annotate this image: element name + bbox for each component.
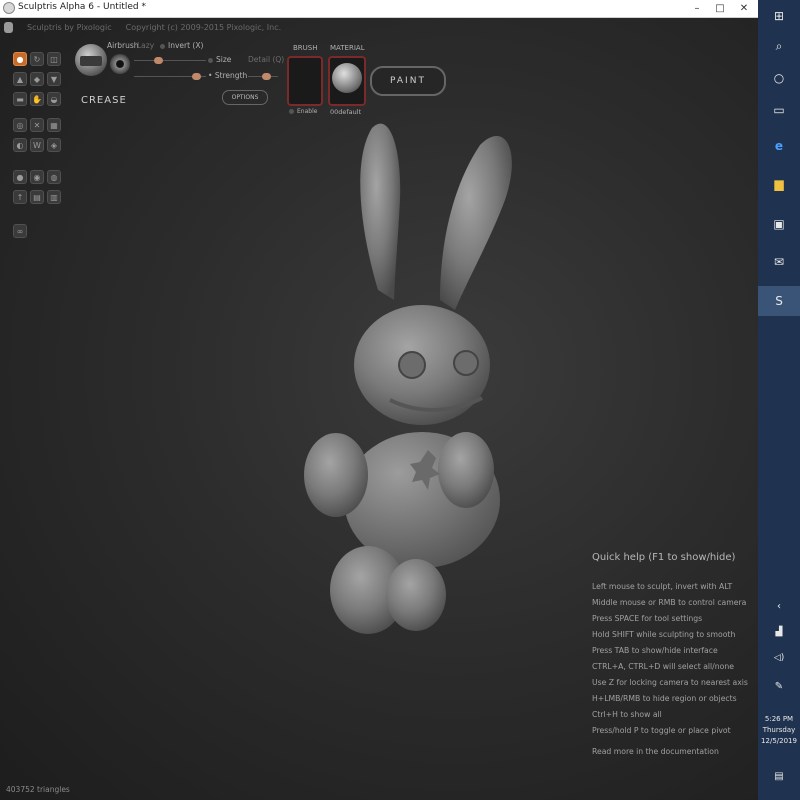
left-arm [304,433,368,517]
quick-help-line: Use Z for locking camera to nearest axis [592,678,748,687]
quick-help-line: CTRL+A, CTRL+D will select all/none [592,662,734,671]
taskbar-clock[interactable]: 5:26 PM Thursday 12/5/2019 [758,714,800,747]
sculpt-viewport[interactable]: Sculptris by Pixologic Copyright (c) 2009… [0,18,758,800]
quick-help-line: Press SPACE for tool settings [592,614,703,623]
mail-icon[interactable]: ✉ [758,250,800,274]
file-explorer-icon[interactable]: ▆ [758,172,800,196]
maximize-button[interactable]: □ [709,0,731,17]
rotate-tool-icon[interactable]: ↻ [30,52,44,66]
store-icon[interactable]: ▣ [758,212,800,236]
clock-day: Thursday [762,726,796,734]
camera-tool-icon[interactable]: ∞ [13,224,27,238]
sculptris-logo-icon [4,22,13,33]
plane-tool-icon[interactable]: ◉ [30,170,44,184]
save-tool-icon[interactable]: ▤ [30,190,44,204]
quick-help-panel: Quick help (F1 to show/hide) Left mouse … [592,552,758,756]
taskbar: ⊞ ⌕ ○ ▭ e ▆ ▣ ✉ S ‹ ▟ ◁) ✎ 5:26 PM Thurs… [758,0,800,800]
invert-dot-icon [160,43,165,49]
left-button-eye [398,351,426,379]
quick-help-line: Press/hold P to toggle or place pivot [592,726,731,735]
smooth-tool-icon[interactable]: ◒ [47,92,61,106]
network-icon[interactable]: ▟ [758,620,800,644]
right-button-eye [453,350,479,376]
size-slider-track[interactable] [134,60,206,61]
scale-tool-icon[interactable]: ◫ [47,52,61,66]
menubar: Sculptris by Pixologic Copyright (c) 2009… [4,22,295,33]
windows-icon[interactable]: ⊞ [758,4,800,28]
close-button[interactable]: ✕ [733,0,755,17]
brush-panel-label: BRUSH [293,44,318,52]
task-view-icon[interactable]: ▭ [758,98,800,122]
triangle-count: 403752 triangles [6,785,70,794]
minimize-button[interactable]: – [686,0,708,17]
pinch-tool-icon[interactable]: ▼ [47,72,61,86]
window-title: Sculptris Alpha 6 - Untitled * [18,2,146,12]
strength-slider-knob[interactable] [192,73,201,80]
grab-tool-icon[interactable]: ✋ [30,92,44,106]
edge-icon[interactable]: e [758,134,800,158]
pen-icon[interactable]: ✎ [758,674,800,698]
paint-tool-icon[interactable]: ◐ [13,138,27,152]
subdivide-tool-icon[interactable]: ◈ [47,138,61,152]
export-tool-icon[interactable]: ↑ [13,190,27,204]
quick-help-line: Hold SHIFT while sculpting to smooth [592,630,736,639]
size-label: Size [208,55,231,64]
sculptris-icon[interactable]: S [758,286,800,316]
lazy-toggle[interactable]: Lazy [137,41,154,50]
brush-texture-slot[interactable] [287,56,323,106]
quick-help-line: Press TAB to show/hide interface [592,646,718,655]
mirror-tool-icon[interactable]: W [30,138,44,152]
brush-preview[interactable] [75,44,107,76]
search-icon[interactable]: ⌕ [758,34,800,58]
size-slider-knob[interactable] [154,57,163,64]
crease-tool-icon[interactable]: ● [13,52,27,66]
airbrush-toggle[interactable]: Airbrush [107,41,139,50]
documentation-link[interactable]: Read more in the documentation [592,747,758,756]
detail-slider-knob[interactable] [262,73,271,80]
paint-button[interactable]: PAINT [370,66,446,96]
material-slot[interactable] [328,56,366,106]
bunny-model[interactable] [290,100,530,660]
options-tool-icon[interactable]: ▥ [47,190,61,204]
chevron-up-icon[interactable]: ‹ [758,594,800,618]
quick-help-line: Ctrl+H to show all [592,710,662,719]
reduce-tool-icon[interactable]: ◎ [13,118,27,132]
quick-help-line: Left mouse to sculpt, invert with ALT [592,582,733,591]
strength-label: • Strength [208,71,248,80]
quick-help-line: H+LMB/RMB to hide region or objects [592,694,737,703]
menubar-copyright: Copyright (c) 2009-2015 Pixologic, Inc. [125,23,282,32]
menubar-brand: Sculptris by Pixologic [27,23,112,32]
left-ear [360,123,401,300]
material-panel-label: MATERIAL [330,44,365,52]
material-preview-ball [332,63,362,93]
stroke-dial[interactable] [110,54,130,74]
options-button[interactable]: OPTIONS [222,90,268,105]
clock-time: 5:26 PM [764,715,794,723]
flatten-tool-icon[interactable]: ▬ [13,92,27,106]
right-leg [386,559,446,631]
quick-help-line: Middle mouse or RMB to control camera [592,598,747,607]
sphere-tool-icon[interactable]: ● [13,170,27,184]
inflate-tool-icon[interactable]: ◆ [30,72,44,86]
import-tool-icon[interactable]: ◍ [47,170,61,184]
quick-help-title: Quick help (F1 to show/hide) [592,552,736,563]
sculptris-app-icon [3,2,15,14]
detail-label: Detail (Q) [248,55,285,64]
window-title-bar: Sculptris Alpha 6 - Untitled * – □ ✕ [0,0,758,18]
symmetry-tool-icon[interactable]: ✕ [30,118,44,132]
wireframe-tool-icon[interactable]: ▦ [47,118,61,132]
right-arm [438,432,494,508]
size-dot-icon [208,57,213,63]
clock-date: 12/5/2019 [761,737,797,745]
cortana-icon[interactable]: ○ [758,66,800,90]
brush-name: CREASE [81,95,127,106]
strength-bullet-icon: • [208,71,215,80]
volume-icon[interactable]: ◁) [758,646,800,670]
right-ear [440,136,512,310]
draw-tool-icon[interactable]: ▲ [13,72,27,86]
notification-icon[interactable]: ▤ [758,764,800,788]
invert-toggle[interactable]: Invert (X) [160,41,203,50]
